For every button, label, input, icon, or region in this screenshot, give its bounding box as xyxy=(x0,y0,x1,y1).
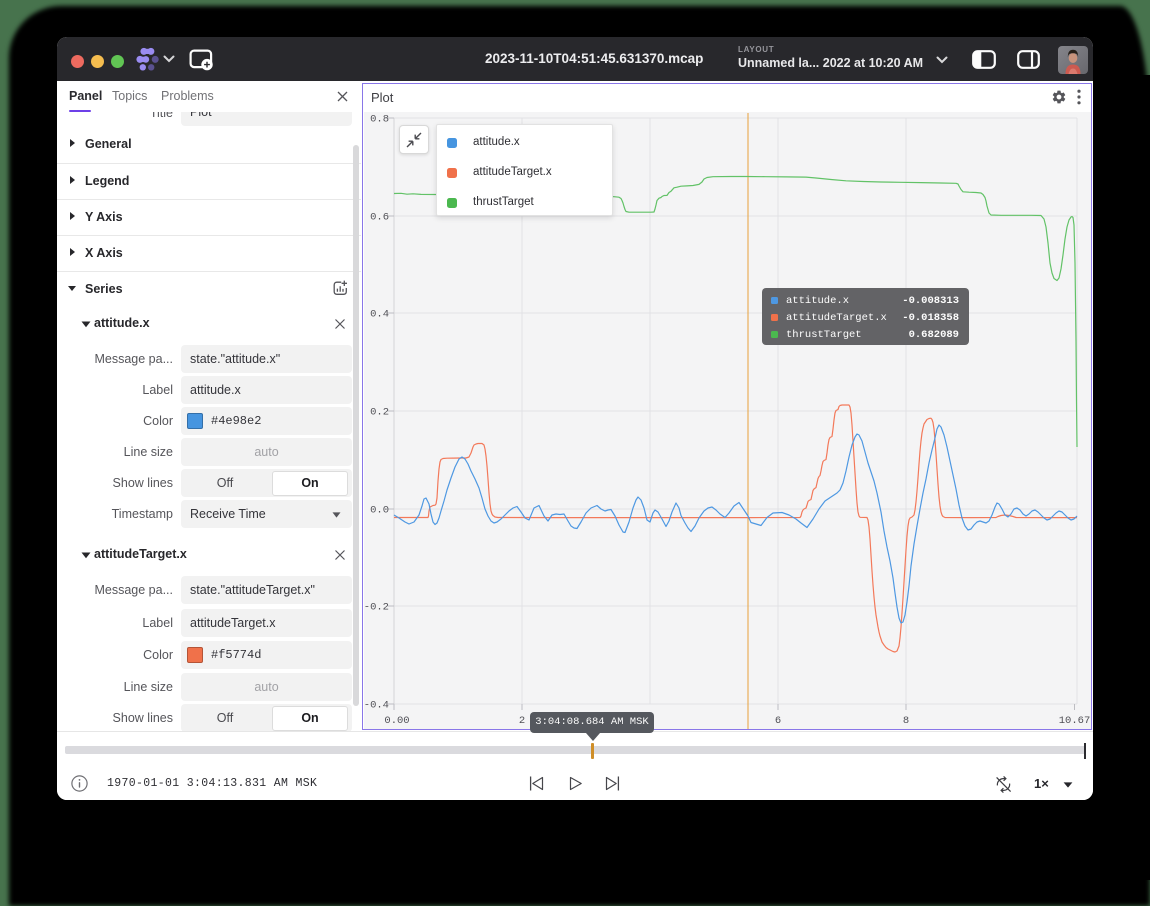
svg-text:8: 8 xyxy=(903,715,909,727)
svg-text:10.67: 10.67 xyxy=(1059,715,1091,727)
svg-text:-0.4: -0.4 xyxy=(364,700,389,712)
svg-text:6: 6 xyxy=(775,715,781,727)
svg-text:-0.2: -0.2 xyxy=(364,602,389,614)
svg-text:0.6: 0.6 xyxy=(370,212,389,224)
svg-text:0.0: 0.0 xyxy=(370,505,389,517)
svg-text:0.8: 0.8 xyxy=(370,114,389,126)
svg-text:0.2: 0.2 xyxy=(370,407,389,419)
svg-text:0.00: 0.00 xyxy=(384,715,409,727)
svg-text:2: 2 xyxy=(519,715,525,727)
svg-text:0.4: 0.4 xyxy=(370,309,389,321)
